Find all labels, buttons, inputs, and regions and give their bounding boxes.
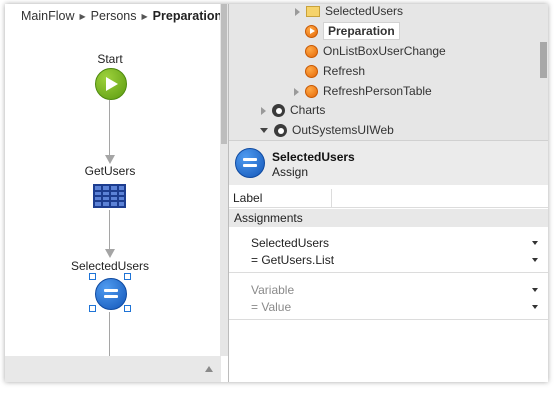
flow-connector: [109, 210, 110, 250]
breadcrumb-mainflow[interactable]: MainFlow: [21, 9, 75, 23]
assignments-section-header: Assignments: [229, 209, 548, 227]
properties-title: SelectedUsers: [272, 150, 355, 164]
tree-item-label: OutSystemsUIWeb: [292, 123, 394, 137]
breadcrumb-separator-icon: ▶: [141, 12, 148, 21]
canvas-scrollbar-thumb[interactable]: [221, 4, 227, 144]
start-node-icon[interactable]: [95, 68, 127, 100]
tree-item-selectedusers[interactable]: SelectedUsers: [295, 4, 403, 21]
selection-handle[interactable]: [124, 305, 131, 312]
flow-canvas[interactable]: MainFlow ▶ Persons ▶ Preparation Start GetUs…: [5, 4, 228, 382]
flow-connector: [109, 100, 110, 156]
canvas-bottom-bar: [5, 356, 221, 382]
connector-arrow-icon: [105, 249, 115, 258]
module-icon: [272, 104, 285, 118]
breadcrumb-preparation: Preparation: [152, 9, 223, 23]
tree-vertical-scrollbar[interactable]: [539, 4, 548, 140]
assignment-separator: [229, 272, 548, 273]
action-icon: [305, 65, 318, 79]
tree-item-outsystemsuiweb[interactable]: OutSystemsUIWeb: [260, 120, 394, 140]
collapse-arrow-icon[interactable]: [260, 128, 268, 134]
value-dropdown-icon[interactable]: [532, 305, 538, 309]
assignments-section-label: Assignments: [234, 211, 303, 225]
assign-icon: [235, 148, 265, 178]
expand-arrow-icon[interactable]: [261, 106, 266, 115]
expand-arrow-icon[interactable]: [294, 87, 299, 96]
connector-arrow-icon: [105, 155, 115, 164]
new-variable-field[interactable]: Variable: [251, 283, 294, 297]
tree-item-label: Refresh: [323, 64, 366, 78]
selection-handle[interactable]: [89, 305, 96, 312]
column-divider: [331, 189, 332, 207]
tree-item-refresh[interactable]: Refresh: [305, 61, 365, 81]
assignment-separator: [229, 319, 548, 320]
assignment-variable-field[interactable]: SelectedUsers: [251, 236, 329, 250]
tree-item-label: RefreshPersonTable: [323, 84, 432, 98]
action-icon: [305, 85, 318, 99]
tree-item-label: OnListBoxUserChange: [323, 44, 446, 58]
breadcrumb-separator-icon: ▶: [79, 12, 86, 21]
variable-dropdown-icon[interactable]: [532, 288, 538, 292]
aggregate-table-icon[interactable]: [93, 184, 126, 208]
selection-handle[interactable]: [124, 273, 131, 280]
value-dropdown-icon[interactable]: [532, 258, 538, 262]
breadcrumb: MainFlow ▶ Persons ▶ Preparation: [21, 6, 222, 26]
element-tree[interactable]: SelectedUsers Preparation OnListBoxUserC…: [229, 4, 548, 140]
properties-panel: Label Assignments SelectedUsers = GetUse…: [229, 185, 548, 382]
label-property-row[interactable]: Label: [229, 189, 548, 208]
expand-arrow-icon[interactable]: [295, 7, 300, 16]
assignment-value-field[interactable]: = GetUsers.List: [251, 253, 334, 267]
preparation-action-icon: [305, 25, 318, 39]
assign-node-label: SelectedUsers: [70, 259, 150, 273]
tree-item-onlistboxuserchange[interactable]: OnListBoxUserChange: [305, 41, 446, 61]
aggregate-node-label: GetUsers: [84, 164, 136, 178]
variable-dropdown-icon[interactable]: [532, 241, 538, 245]
tree-item-label: SelectedUsers: [325, 4, 404, 18]
canvas-vertical-scrollbar[interactable]: [220, 4, 228, 356]
tree-item-charts[interactable]: Charts: [261, 100, 325, 120]
start-node-label: Start: [97, 52, 123, 66]
action-icon: [305, 45, 318, 59]
tree-scrollbar-thumb[interactable]: [540, 42, 547, 78]
new-value-field[interactable]: = Value: [251, 300, 291, 314]
tree-item-refreshpersontable[interactable]: RefreshPersonTable: [294, 81, 432, 101]
breadcrumb-persons[interactable]: Persons: [91, 9, 137, 23]
folder-icon: [306, 6, 320, 18]
selection-handle[interactable]: [89, 273, 96, 280]
properties-header: SelectedUsers Assign: [229, 140, 548, 186]
service-studio-window: MainFlow ▶ Persons ▶ Preparation Start GetUs…: [5, 4, 548, 382]
label-property-name: Label: [233, 191, 263, 205]
tree-item-label: Preparation: [323, 22, 400, 40]
tree-item-label: Charts: [290, 103, 326, 117]
tree-item-preparation[interactable]: Preparation: [305, 21, 400, 41]
flow-connector: [109, 312, 110, 356]
assign-node-icon[interactable]: [95, 278, 127, 310]
collapse-up-icon[interactable]: [205, 366, 213, 372]
module-icon: [274, 124, 287, 138]
properties-subtitle: Assign: [272, 165, 309, 179]
